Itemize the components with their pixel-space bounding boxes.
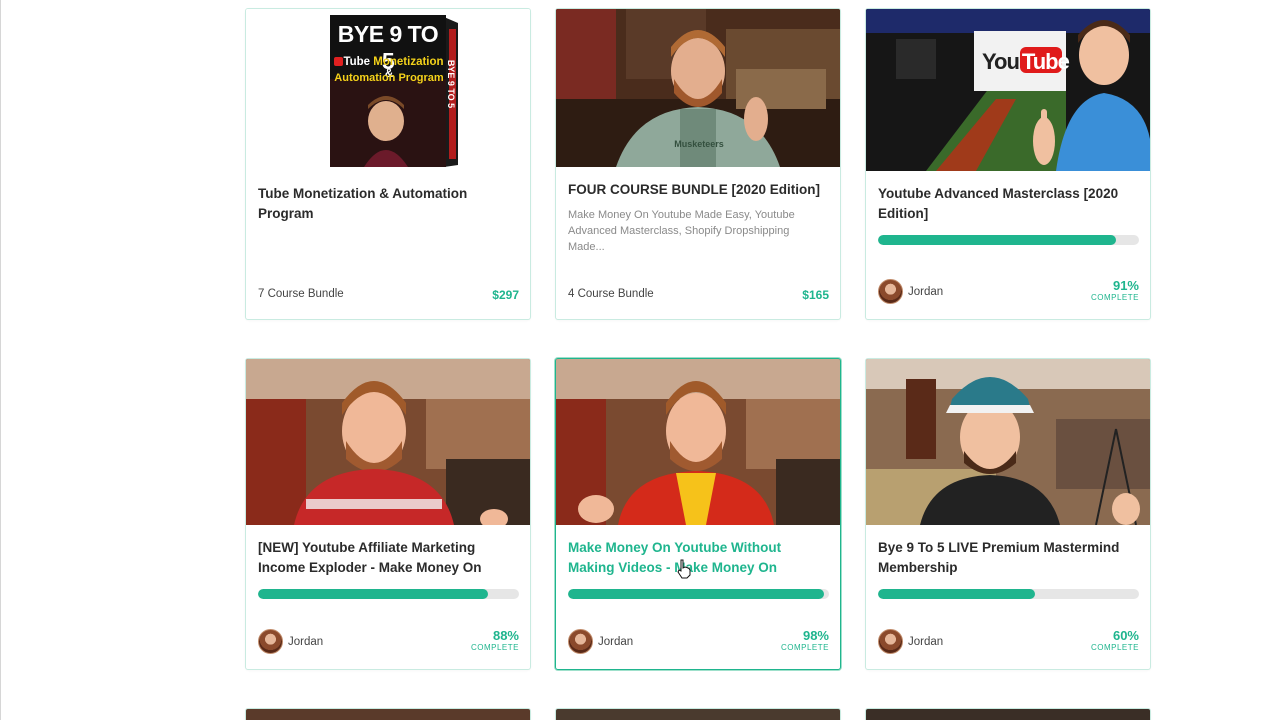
box-line2-part-b: Monetization [373,56,444,68]
completion: 91% COMPLETE [1091,279,1139,303]
completion: 88% COMPLETE [471,629,519,653]
course-card-live-mastermind[interactable]: Bye 9 To 5 LIVE Premium Mastermind Membe… [865,358,1151,670]
course-card-affiliate-marketing[interactable]: [NEW] Youtube Affiliate Marketing Income… [245,358,531,670]
course-price: $297 [492,288,519,302]
box-title-line3: Automation Program [334,72,444,84]
bundle-label: 4 Course Bundle [568,288,654,300]
course-thumbnail[interactable]: Musketeers [556,9,840,167]
course-thumbnail[interactable] [246,359,530,525]
course-thumbnail[interactable]: You Tube [866,9,1150,171]
course-title[interactable]: Tube Monetization & Automation Program [258,184,518,224]
avatar [878,279,903,304]
author: Jordan [568,629,633,654]
author-name: Jordan [908,635,944,648]
course-card-partial[interactable] [555,708,841,720]
completion-label: COMPLETE [1090,643,1139,652]
instructor-photo [246,359,530,525]
banner-you: You [982,49,1020,74]
course-title[interactable]: [NEW] Youtube Affiliate Marketing Income… [258,538,518,578]
completion-label: COMPLETE [470,643,519,652]
completion-label: COMPLETE [780,643,829,652]
avatar [878,629,903,654]
progress-bar [878,589,1139,599]
avatar [568,629,593,654]
course-grid: BYE 9 TO 5 Tube Monetization & Automatio… [0,0,1280,720]
progress-bar [258,589,519,599]
banner-tube: Tube [1021,49,1070,74]
course-card-partial[interactable] [865,708,1151,720]
completion-label: COMPLETE [1090,293,1139,302]
course-description: Make Money On Youtube Made Easy, Youtube… [568,209,795,253]
progress-fill [258,589,488,599]
shirt-text: Musketeers [674,139,724,149]
completion: 60% COMPLETE [1091,629,1139,653]
course-title[interactable]: FOUR COURSE BUNDLE [2020 Edition] [568,180,828,200]
completion-percent: 60% [1112,628,1139,643]
instructor-photo [866,359,1150,525]
completion-percent: 98% [802,628,829,643]
course-card-make-money-without-videos[interactable]: Make Money On Youtube Without Making Vid… [555,358,841,670]
course-title[interactable]: Youtube Advanced Masterclass [2020 Editi… [878,184,1138,224]
instructor-photo [556,359,840,525]
progress-bar [878,235,1139,245]
course-card-tube-monetization[interactable]: BYE 9 TO 5 Tube Monetization & Automatio… [245,8,531,320]
author: Jordan [258,629,323,654]
progress-fill [878,589,1035,599]
course-card-four-course-bundle[interactable]: Musketeers FOUR COURSE BUNDLE [2020 Edit… [555,8,841,320]
author: Jordan [878,279,943,304]
box-line2-part-a: Tube [343,56,374,68]
completion: 98% COMPLETE [781,629,829,653]
author: Jordan [878,629,943,654]
avatar [258,629,283,654]
progress-fill [878,235,1116,245]
progress-bar [568,589,829,599]
course-title[interactable]: Bye 9 To 5 LIVE Premium Mastermind Membe… [878,538,1138,578]
author-name: Jordan [908,285,944,298]
bundle-label: 7 Course Bundle [258,288,344,300]
course-thumbnail[interactable] [556,359,840,525]
course-thumbnail[interactable] [866,359,1150,525]
instructor-photo [866,9,1150,171]
progress-fill [568,589,824,599]
author-name: Jordan [598,635,634,648]
course-thumbnail[interactable]: BYE 9 TO 5 Tube Monetization & Automatio… [246,9,530,171]
completion-percent: 88% [492,628,519,643]
completion-percent: 91% [1112,278,1139,293]
course-card-partial[interactable] [245,708,531,720]
hand-cursor-icon [677,559,691,579]
box-spine-text: BYE 9 TO 5 [446,59,456,109]
course-title[interactable]: Make Money On Youtube Without Making Vid… [568,538,828,578]
course-price: $165 [802,288,829,302]
author-name: Jordan [288,635,324,648]
course-card-youtube-advanced-masterclass[interactable]: You Tube Youtube Advanced Masterclass [20… [865,8,1151,320]
youtube-banner-text: You Tube [982,49,1070,75]
